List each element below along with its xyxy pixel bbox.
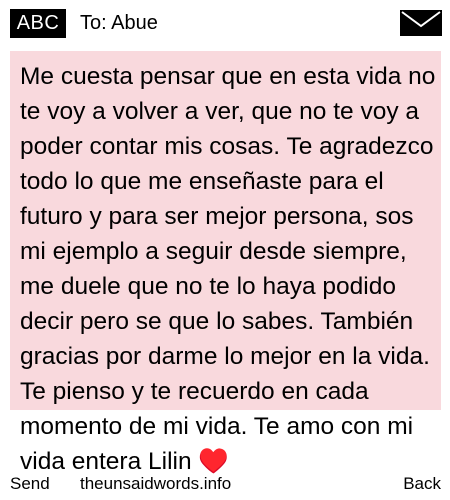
recipient-line[interactable]: To: Abue [80, 10, 158, 36]
message-header: ABC To: Abue [0, 0, 450, 44]
envelope-icon [400, 10, 442, 36]
message-body[interactable]: Me cuesta pensar que en esta vida no te … [20, 59, 436, 479]
input-mode-badge[interactable]: ABC [10, 9, 66, 38]
back-softkey[interactable]: Back [403, 474, 441, 494]
send-softkey[interactable]: Send [10, 474, 50, 494]
site-label: theunsaidwords.info [80, 474, 232, 493]
